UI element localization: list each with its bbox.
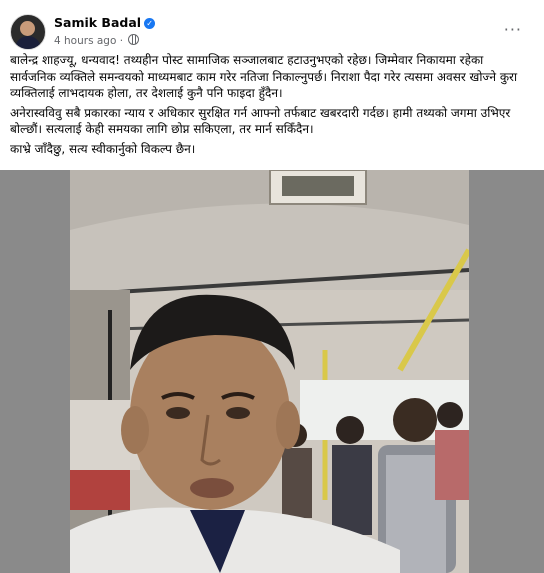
bus-selfie-image <box>70 170 469 573</box>
more-options-button[interactable]: ··· <box>504 20 522 39</box>
post-paragraph-1: बालेन्द्र शाहज्यू, धन्यवाद! तथ्यहीन पोस्… <box>10 53 518 100</box>
author-name-row: Samik Badal ✓ <box>54 15 156 30</box>
author-avatar[interactable] <box>10 14 46 50</box>
post-header: Samik Badal ✓ 4 hours ago · ··· <box>10 10 534 50</box>
facebook-post: Samik Badal ✓ 4 hours ago · ··· बालेन्द्र… <box>0 0 544 573</box>
post-paragraph-2: अनेरास्वविवु सबै प्रकारका न्याय र अधिकार… <box>10 105 511 137</box>
post-photo[interactable] <box>70 170 469 573</box>
post-timestamp[interactable]: 4 hours ago <box>54 35 116 47</box>
author-name[interactable]: Samik Badal <box>54 15 141 30</box>
post-photo-container[interactable] <box>0 170 544 573</box>
verified-badge-icon: ✓ <box>144 18 156 29</box>
public-globe-icon <box>128 34 140 45</box>
post-paragraph-3: काभ्रे जाँदैछु, सत्य स्वीकार्नुको विकल्प… <box>10 141 196 156</box>
post-body: बालेन्द्र शाहज्यू, धन्यवाद! तथ्यहीन पोस्… <box>10 52 528 160</box>
post-meta: 4 hours ago · <box>54 34 140 47</box>
